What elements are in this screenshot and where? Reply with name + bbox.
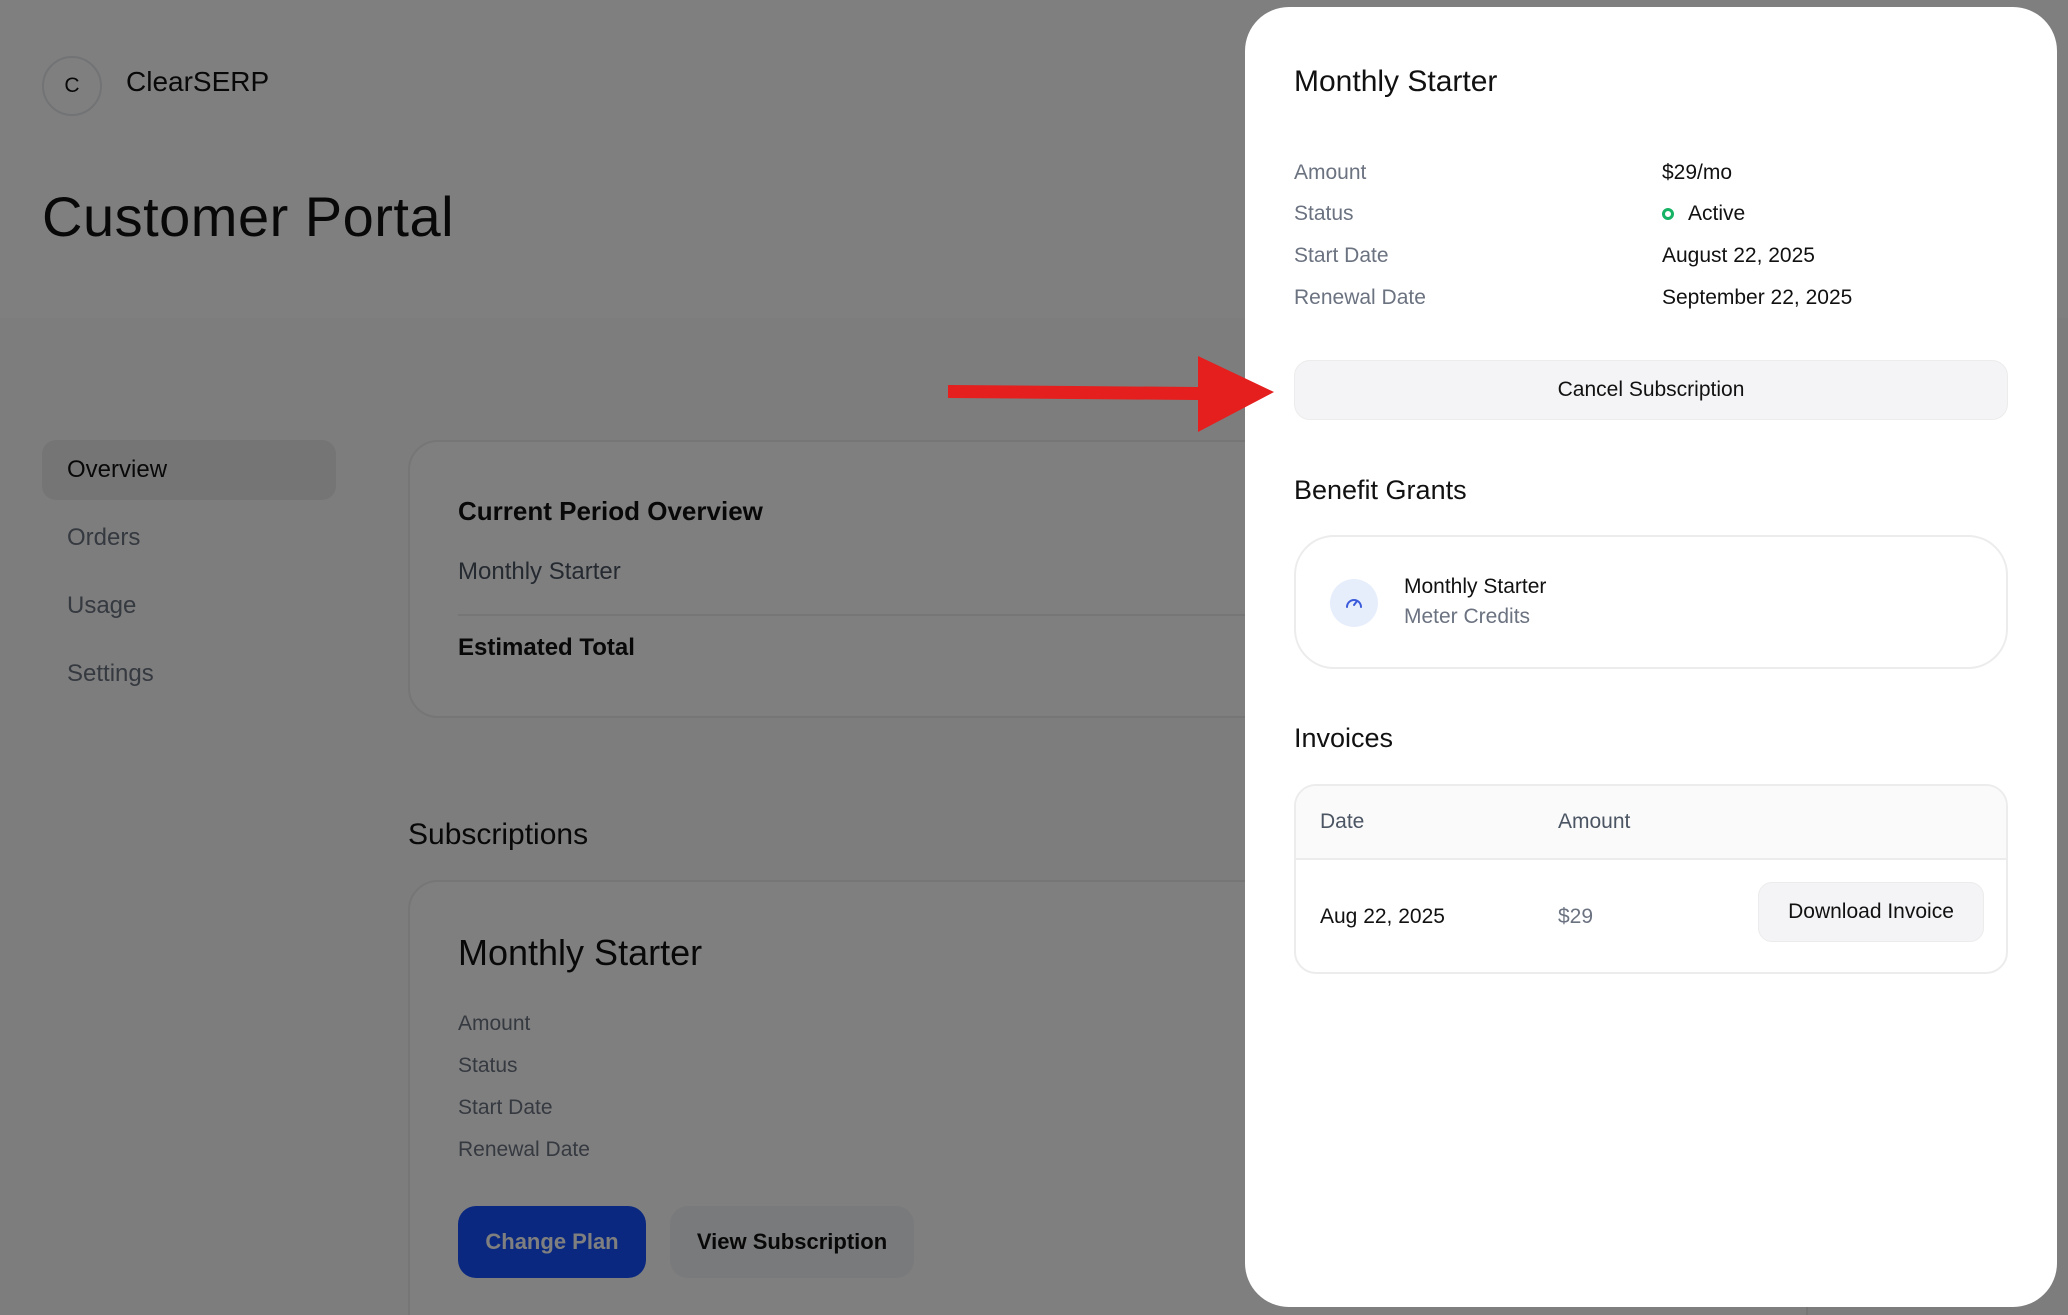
benefit-name: Monthly Starter [1404,575,1547,598]
gauge-icon [1330,579,1378,627]
column-header-amount: Amount [1558,810,1631,833]
invoice-date: Aug 22, 2025 [1320,905,1445,928]
start-date-label: Start Date [1294,244,1389,267]
amount-value: $29/mo [1662,161,1733,184]
amount-label: Amount [1294,161,1367,184]
invoices-table-header: Date Amount [1296,786,2006,860]
invoice-amount: $29 [1558,905,1594,928]
renewal-date-label: Renewal Date [1294,286,1426,309]
start-date-value: August 22, 2025 [1662,244,1815,267]
benefit-grants-heading: Benefit Grants [1294,475,1467,505]
column-header-date: Date [1320,810,1365,833]
download-invoice-button[interactable]: Download Invoice [1758,882,1984,942]
benefit-type: Meter Credits [1404,605,1531,628]
renewal-date-value: September 22, 2025 [1662,286,1853,309]
status-text: Active [1688,202,1746,225]
status-value: Active [1662,202,1745,226]
status-label: Status [1294,202,1354,225]
invoices-table: Date Amount Aug 22, 2025 $29 Download In… [1294,784,2008,974]
cancel-subscription-button[interactable]: Cancel Subscription [1294,360,2008,420]
red-arrow-icon [948,356,1274,432]
benefit-grant-card: Monthly Starter Meter Credits [1294,535,2008,669]
invoices-heading: Invoices [1294,723,1394,753]
status-dot-icon [1662,208,1674,220]
subscription-detail-panel: Monthly Starter Amount $29/mo Status Act… [1245,7,2057,1307]
panel-title: Monthly Starter [1294,65,1498,98]
